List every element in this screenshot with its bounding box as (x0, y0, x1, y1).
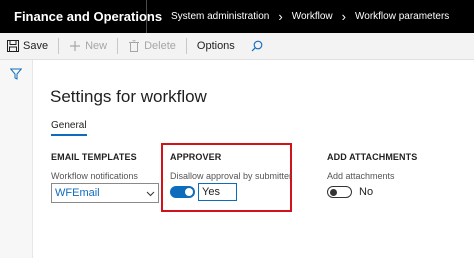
new-label: New (85, 40, 108, 52)
new-button[interactable]: New (65, 33, 111, 60)
trash-icon (129, 40, 140, 52)
breadcrumb-item-workflow[interactable]: Workflow (292, 11, 333, 22)
search-icon (251, 40, 263, 52)
toolbar-divider (185, 38, 187, 54)
delete-label: Delete (144, 40, 176, 52)
toggle-knob (330, 188, 337, 196)
save-label: Save (23, 40, 49, 52)
page-title: Settings for workflow (50, 87, 207, 106)
chevron-right-icon: › (341, 8, 346, 24)
toggle-knob (185, 188, 193, 196)
search-button[interactable] (239, 33, 271, 60)
app-title[interactable]: Finance and Operations (0, 0, 162, 33)
save-icon (7, 40, 19, 52)
disallow-approval-label: Disallow approval by submitter (170, 171, 293, 181)
add-attachments-toggle[interactable] (327, 186, 352, 198)
toolbar-divider (117, 38, 119, 54)
options-tab[interactable]: Options (193, 33, 239, 60)
filter-icon[interactable] (10, 68, 22, 80)
chevron-right-icon: › (278, 8, 283, 24)
plus-icon (70, 41, 81, 51)
breadcrumb-item-workflow-parameters[interactable]: Workflow parameters (355, 11, 449, 22)
workflow-notifications-select[interactable]: WFEmail (51, 183, 159, 203)
section-heading-approver: APPROVER (170, 152, 222, 162)
toolbar-divider (58, 38, 60, 54)
save-button[interactable]: Save (0, 33, 52, 60)
top-navigation-bar: Finance and Operations System administra… (0, 0, 474, 33)
add-attachments-value: No (359, 186, 374, 198)
section-heading-email-templates: EMAIL TEMPLATES (51, 152, 137, 162)
action-pane: Save New Delete Options (0, 33, 474, 60)
workflow-notifications-label: Workflow notifications (51, 171, 138, 181)
breadcrumb: System administration › Workflow › Workf… (147, 8, 449, 24)
chevron-down-icon (146, 191, 155, 197)
breadcrumb-item-system-administration[interactable]: System administration (171, 11, 269, 22)
add-attachments-label: Add attachments (327, 171, 395, 181)
tab-general[interactable]: General (51, 120, 87, 136)
section-heading-add-attachments: ADD ATTACHMENTS (327, 152, 418, 162)
disallow-approval-value: Yes (198, 183, 237, 201)
disallow-approval-toggle[interactable] (170, 186, 195, 198)
delete-button[interactable]: Delete (124, 33, 180, 60)
options-label: Options (196, 40, 235, 52)
filter-pane (0, 60, 33, 258)
workflow-notifications-value: WFEmail (55, 187, 100, 199)
